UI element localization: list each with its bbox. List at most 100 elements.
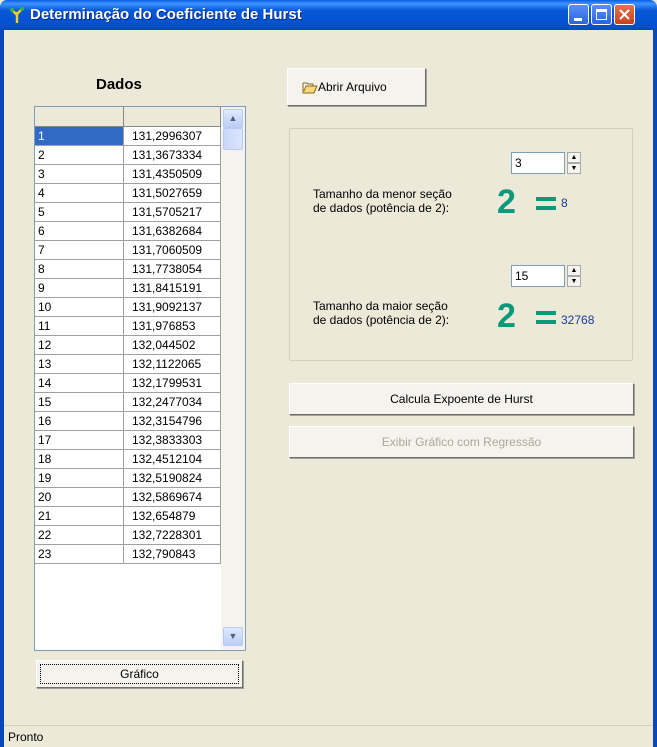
table-row[interactable]: 9 131,8415191 (35, 279, 221, 298)
row-value-cell[interactable]: 132,3154796 (124, 412, 221, 431)
row-value-cell[interactable]: 132,2477034 (124, 393, 221, 412)
min-equals-bottom (536, 206, 556, 210)
min-exponent-field[interactable]: 3 (511, 152, 565, 174)
row-value-cell[interactable]: 132,5190824 (124, 469, 221, 488)
row-index-cell[interactable]: 13 (35, 355, 124, 374)
row-index-cell[interactable]: 20 (35, 488, 124, 507)
status-text: Pronto (8, 730, 44, 744)
table-row[interactable]: 15 132,2477034 (35, 393, 221, 412)
row-value-cell[interactable]: 131,7738054 (124, 260, 221, 279)
table-row[interactable]: 6 131,6382684 (35, 222, 221, 241)
max-exponent-field[interactable]: 15 (511, 265, 565, 287)
spin-down-icon[interactable]: ▼ (567, 276, 581, 287)
table-row[interactable]: 18 132,4512104 (35, 450, 221, 469)
calculate-hurst-button[interactable]: Calcula Expoente de Hurst (289, 383, 634, 415)
row-value-cell[interactable]: 131,9092137 (124, 298, 221, 317)
open-file-button[interactable]: Abrir Arquivo (287, 68, 426, 106)
row-value-cell[interactable]: 131,6382684 (124, 222, 221, 241)
row-value-cell[interactable]: 132,3833303 (124, 431, 221, 450)
row-index-cell[interactable]: 23 (35, 545, 124, 564)
row-index-cell[interactable]: 22 (35, 526, 124, 545)
row-value-cell[interactable]: 131,3673334 (124, 146, 221, 165)
title-bar[interactable]: Determinação do Coeficiente de Hurst (0, 0, 657, 30)
table-row[interactable]: 10 131,9092137 (35, 298, 221, 317)
scroll-up-button[interactable]: ▲ (223, 109, 243, 128)
focus-outline (40, 664, 239, 684)
table-row[interactable]: 7 131,7060509 (35, 241, 221, 260)
row-index-cell[interactable]: 11 (35, 317, 124, 336)
table-row[interactable]: 3 131,4350509 (35, 165, 221, 184)
table-row[interactable]: 22 132,7228301 (35, 526, 221, 545)
maximize-button[interactable] (591, 4, 612, 25)
row-index-cell[interactable]: 4 (35, 184, 124, 203)
window-title: Determinação do Coeficiente de Hurst (30, 6, 302, 23)
scroll-down-button[interactable]: ▼ (223, 627, 243, 646)
row-index-cell[interactable]: 14 (35, 374, 124, 393)
chart-button[interactable]: Gráfico (36, 660, 243, 688)
table-row[interactable]: 11 131,976853 (35, 317, 221, 336)
table-row[interactable]: 5 131,5705217 (35, 203, 221, 222)
row-index-cell[interactable]: 10 (35, 298, 124, 317)
table-row[interactable]: 23 132,790843 (35, 545, 221, 564)
table-row[interactable]: 17 132,3833303 (35, 431, 221, 450)
row-value-cell[interactable]: 132,654879 (124, 507, 221, 526)
table-row[interactable]: 4 131,5027659 (35, 184, 221, 203)
row-value-cell[interactable]: 132,790843 (124, 545, 221, 564)
row-value-cell[interactable]: 131,5027659 (124, 184, 221, 203)
row-index-cell[interactable]: 1 (35, 127, 124, 146)
show-regression-chart-button[interactable]: Exibir Gráfico com Regressão (289, 426, 634, 458)
table-row[interactable]: 21 132,654879 (35, 507, 221, 526)
minimize-button[interactable] (568, 4, 589, 25)
row-index-cell[interactable]: 17 (35, 431, 124, 450)
row-value-cell[interactable]: 131,4350509 (124, 165, 221, 184)
table-row[interactable]: 14 132,1799531 (35, 374, 221, 393)
row-index-cell[interactable]: 21 (35, 507, 124, 526)
row-value-cell[interactable]: 132,1799531 (124, 374, 221, 393)
data-grid[interactable]: 1 131,2996307 2 131,3673334 3 131,4350509 4 131… (34, 106, 246, 651)
row-index-cell[interactable]: 3 (35, 165, 124, 184)
table-row[interactable]: 16 132,3154796 (35, 412, 221, 431)
row-index-cell[interactable]: 2 (35, 146, 124, 165)
spin-up-icon[interactable]: ▲ (567, 152, 581, 163)
row-value-cell[interactable]: 132,044502 (124, 336, 221, 355)
row-index-cell[interactable]: 16 (35, 412, 124, 431)
row-value-cell[interactable]: 132,7228301 (124, 526, 221, 545)
row-value-cell[interactable]: 131,8415191 (124, 279, 221, 298)
table-row[interactable]: 2 131,3673334 (35, 146, 221, 165)
row-value-cell[interactable]: 131,2996307 (124, 127, 221, 146)
row-index-cell[interactable]: 18 (35, 450, 124, 469)
table-row[interactable]: 13 132,1122065 (35, 355, 221, 374)
min-exponent-spinner[interactable]: 3 ▲ ▼ (511, 152, 581, 174)
row-value-cell[interactable]: 132,5869674 (124, 488, 221, 507)
grid-header-value[interactable] (124, 107, 221, 127)
spin-down-icon[interactable]: ▼ (567, 163, 581, 174)
table-row[interactable]: 19 132,5190824 (35, 469, 221, 488)
row-index-cell[interactable]: 8 (35, 260, 124, 279)
min-base-two: 2 (497, 183, 516, 221)
max-equals-top (536, 311, 556, 315)
table-row[interactable]: 12 132,044502 (35, 336, 221, 355)
row-index-cell[interactable]: 5 (35, 203, 124, 222)
row-index-cell[interactable]: 7 (35, 241, 124, 260)
max-exponent-spinner[interactable]: 15 ▲ ▼ (511, 265, 581, 287)
row-index-cell[interactable]: 9 (35, 279, 124, 298)
row-value-cell[interactable]: 132,1122065 (124, 355, 221, 374)
row-index-cell[interactable]: 6 (35, 222, 124, 241)
spin-up-icon[interactable]: ▲ (567, 265, 581, 276)
grid-header-index[interactable] (35, 107, 124, 127)
row-value-cell[interactable]: 132,4512104 (124, 450, 221, 469)
close-button[interactable] (614, 4, 635, 25)
row-index-cell[interactable]: 19 (35, 469, 124, 488)
row-value-cell[interactable]: 131,7060509 (124, 241, 221, 260)
scroll-thumb[interactable] (223, 128, 243, 150)
table-row[interactable]: 8 131,7738054 (35, 260, 221, 279)
window-frame-right (653, 30, 657, 747)
grid-scrollbar[interactable]: ▲ ▼ (221, 107, 245, 650)
row-index-cell[interactable]: 15 (35, 393, 124, 412)
row-value-cell[interactable]: 131,5705217 (124, 203, 221, 222)
row-index-cell[interactable]: 12 (35, 336, 124, 355)
table-row[interactable]: 20 132,5869674 (35, 488, 221, 507)
table-row[interactable]: 1 131,2996307 (35, 127, 221, 146)
row-value-cell[interactable]: 131,976853 (124, 317, 221, 336)
chevron-down-icon: ▼ (228, 631, 238, 641)
